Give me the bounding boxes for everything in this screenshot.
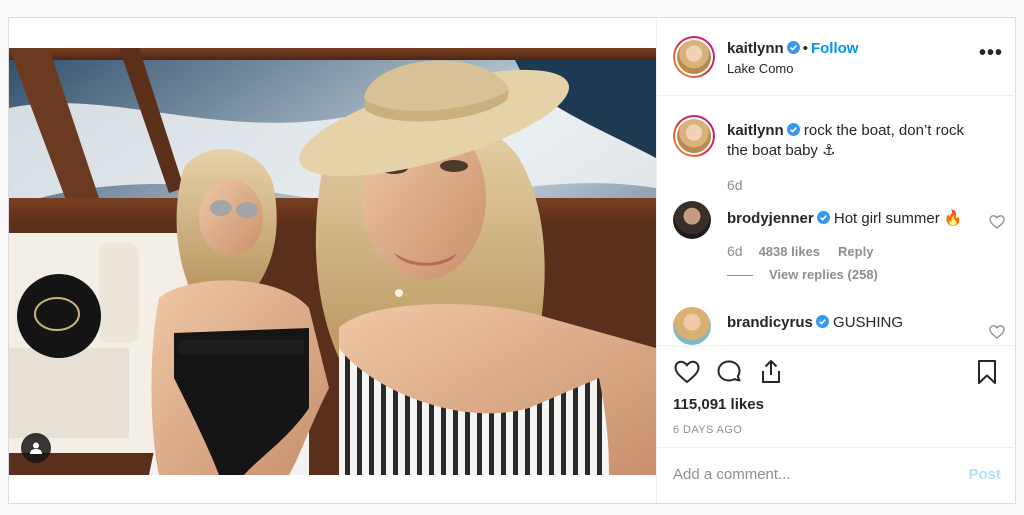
location-link[interactable]: Lake Como xyxy=(727,61,793,76)
comment: brandicyrus GUSHING xyxy=(657,305,1017,345)
commenter-avatar[interactable] xyxy=(673,307,711,345)
caption-meta: 6d xyxy=(727,177,759,193)
verified-badge-icon xyxy=(786,123,800,136)
post-timestamp[interactable]: 6 DAYS AGO xyxy=(673,424,742,436)
follow-button[interactable]: Follow xyxy=(811,40,859,57)
user-tag-button[interactable] xyxy=(21,433,51,463)
verified-badge-icon xyxy=(786,41,800,54)
post-photo[interactable] xyxy=(9,48,656,475)
share-icon[interactable] xyxy=(757,358,785,386)
verified-badge-icon xyxy=(816,211,830,224)
comment-body: GUSHING xyxy=(833,314,904,331)
caption-text: kaitlynn rock the boat, don’t rock the b… xyxy=(727,121,987,161)
comment-text: brodyjenner Hot girl summer 🔥 xyxy=(727,209,987,229)
photo-illustration xyxy=(9,48,656,475)
commenter-avatar[interactable] xyxy=(673,201,711,239)
like-comment-heart-icon[interactable] xyxy=(989,324,1005,340)
separator-dot: • xyxy=(802,40,808,57)
comment-icon[interactable] xyxy=(715,358,743,386)
caption-avatar[interactable] xyxy=(673,115,715,157)
caption: kaitlynn rock the boat, don’t rock the b… xyxy=(657,115,1017,195)
like-count[interactable]: 115,091 likes xyxy=(673,396,764,413)
comment-text: brandicyrus GUSHING xyxy=(727,313,987,333)
author-line: kaitlynn • Follow xyxy=(727,40,858,58)
post-header: kaitlynn • Follow Lake Como ••• xyxy=(657,18,1017,96)
bookmark-icon[interactable] xyxy=(973,358,1001,386)
author-username[interactable]: kaitlynn xyxy=(727,40,784,57)
add-comment-input[interactable] xyxy=(673,466,943,483)
post-comment-button[interactable]: Post xyxy=(968,466,1001,483)
add-comment-bar: Post xyxy=(657,447,1017,503)
comment: brodyjenner Hot girl summer 🔥 6d 4838 lik… xyxy=(657,201,1017,301)
replies-divider xyxy=(727,275,753,277)
verified-badge-icon xyxy=(815,315,829,328)
comment-username[interactable]: brodyjenner xyxy=(727,210,814,227)
author-avatar[interactable] xyxy=(673,36,715,78)
comment-like-count[interactable]: 4838 likes xyxy=(759,244,820,259)
post-side-panel: kaitlynn • Follow Lake Como ••• kaitlynn r… xyxy=(656,18,1017,503)
comments-list[interactable]: kaitlynn rock the boat, don’t rock the b… xyxy=(657,97,1017,345)
instagram-post: kaitlynn • Follow Lake Como ••• kaitlynn r… xyxy=(8,17,1017,504)
user-tag-icon xyxy=(30,442,42,454)
reply-button[interactable]: Reply xyxy=(838,244,873,259)
comment-username[interactable]: brandicyrus xyxy=(727,314,813,331)
like-comment-heart-icon[interactable] xyxy=(989,214,1005,230)
view-replies-label[interactable]: View replies (258) xyxy=(769,267,878,282)
caption-username[interactable]: kaitlynn xyxy=(727,122,784,139)
heart-icon[interactable] xyxy=(673,358,701,386)
view-replies[interactable]: View replies (258) xyxy=(727,267,878,282)
more-options-icon[interactable]: ••• xyxy=(979,43,1003,63)
comment-meta: 6d 4838 likes Reply xyxy=(727,243,891,259)
comment-body: Hot girl summer 🔥 xyxy=(833,210,963,227)
caption-age: 6d xyxy=(727,177,743,193)
comment-age: 6d xyxy=(727,243,743,259)
